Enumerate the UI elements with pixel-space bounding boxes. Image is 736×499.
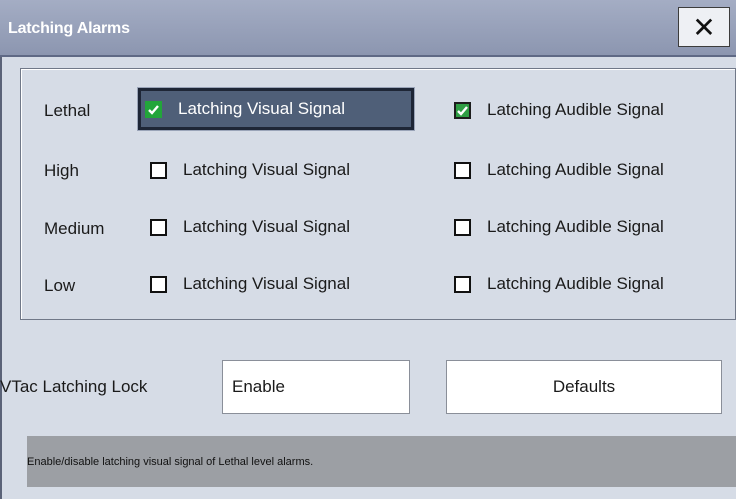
medium-visual-label: Latching Visual Signal	[183, 217, 350, 236]
dialog-title: Latching Alarms	[8, 20, 130, 37]
vtac-latching-lock-value: Enable	[232, 377, 285, 396]
close-button[interactable]: ✕	[678, 7, 730, 47]
lethal-audible-checkbox[interactable]: Latching Audible Signal	[450, 91, 690, 129]
lethal-visual-checkbox[interactable]: Latching Visual Signal	[138, 88, 414, 130]
checkbox-unchecked-icon	[150, 161, 167, 179]
vtac-latching-lock-label: VTac Latching Lock	[0, 377, 148, 396]
level-label-low: Low	[44, 276, 76, 295]
medium-visual-checkbox[interactable]: Latching Visual Signal	[146, 208, 386, 246]
low-audible-label: Latching Audible Signal	[487, 274, 664, 293]
vtac-latching-lock-select[interactable]: Enable	[222, 360, 410, 414]
medium-audible-label: Latching Audible Signal	[487, 217, 664, 236]
checkbox-unchecked-icon	[150, 275, 167, 293]
dialog-titlebar: Latching Alarms ✕	[0, 0, 736, 57]
high-visual-checkbox[interactable]: Latching Visual Signal	[146, 151, 386, 189]
high-audible-label: Latching Audible Signal	[487, 160, 664, 179]
close-icon: ✕	[692, 11, 716, 43]
low-visual-label: Latching Visual Signal	[183, 274, 350, 293]
lethal-visual-label: Latching Visual Signal	[178, 99, 345, 118]
defaults-button-label: Defaults	[552, 377, 616, 396]
dialog-left-border	[0, 57, 2, 499]
checkbox-unchecked-icon	[150, 218, 167, 236]
checkbox-unchecked-icon	[454, 218, 471, 236]
high-visual-label: Latching Visual Signal	[183, 160, 350, 179]
medium-audible-checkbox[interactable]: Latching Audible Signal	[450, 208, 690, 246]
checkbox-checked-icon	[454, 101, 471, 119]
lethal-audible-label: Latching Audible Signal	[487, 100, 664, 119]
help-status-bar: Enable/disable latching visual signal of…	[27, 436, 736, 487]
help-status-text: Enable/disable latching visual signal of…	[27, 455, 314, 468]
high-audible-checkbox[interactable]: Latching Audible Signal	[450, 151, 690, 189]
defaults-button[interactable]: Defaults	[446, 360, 722, 414]
level-label-high: High	[44, 161, 79, 180]
level-label-lethal: Lethal	[44, 101, 91, 120]
checkbox-unchecked-icon	[454, 161, 471, 179]
low-audible-checkbox[interactable]: Latching Audible Signal	[450, 265, 690, 303]
low-visual-checkbox[interactable]: Latching Visual Signal	[146, 265, 386, 303]
checkbox-unchecked-icon	[454, 275, 471, 293]
checkbox-checked-icon	[145, 100, 162, 118]
level-label-medium: Medium	[44, 219, 105, 238]
